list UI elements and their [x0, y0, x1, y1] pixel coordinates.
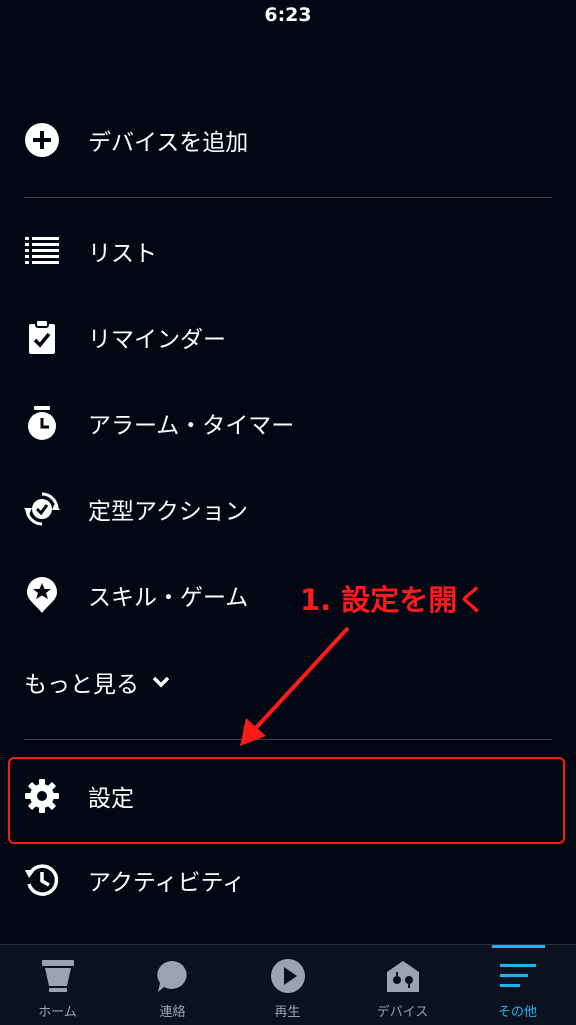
- chevron-down-icon: [151, 675, 171, 689]
- menu-item-skills-games[interactable]: スキル・ゲーム: [0, 565, 576, 625]
- tab-label: デバイス: [376, 1005, 429, 1020]
- tab-label: 連絡: [159, 1005, 186, 1020]
- menu-item-routines[interactable]: 定型アクション: [0, 479, 576, 539]
- list-icon: [24, 233, 60, 269]
- annotation-text: 1. 設定を開く: [300, 583, 487, 617]
- menu-item-label: リスト: [88, 241, 157, 267]
- menu-item-label: デバイスを追加: [88, 130, 249, 156]
- routine-icon: [24, 491, 60, 527]
- annotation-highlight-box: [8, 757, 565, 844]
- menu-icon: [499, 957, 537, 995]
- chat-icon: [154, 957, 192, 995]
- tab-label: 再生: [274, 1005, 301, 1020]
- menu-item-label: アラーム・タイマー: [88, 413, 295, 439]
- tab-more[interactable]: その他: [460, 945, 575, 1025]
- play-icon: [269, 957, 307, 995]
- tab-home[interactable]: ホーム: [0, 945, 115, 1025]
- divider: [24, 739, 552, 740]
- menu-item-label: 定型アクション: [88, 499, 248, 525]
- menu-item-alarms-timers[interactable]: アラーム・タイマー: [0, 393, 576, 453]
- home-icon: [39, 957, 77, 995]
- history-icon: [24, 862, 60, 898]
- menu-item-label: アクティビティ: [88, 870, 246, 896]
- plus-circle-icon: [24, 122, 60, 158]
- devices-icon: [384, 957, 422, 995]
- menu-item-label: スキル・ゲーム: [88, 585, 249, 611]
- menu-item-add-device[interactable]: デバイスを追加: [0, 110, 576, 170]
- menu-item-reminders[interactable]: リマインダー: [0, 307, 576, 367]
- tab-label: その他: [497, 1005, 537, 1020]
- alarm-clock-icon: [24, 405, 60, 441]
- see-more-label: もっと見る: [24, 672, 139, 698]
- status-bar-time: 6:23: [264, 4, 312, 26]
- menu-item-list[interactable]: リスト: [0, 221, 576, 281]
- tab-devices[interactable]: デバイス: [345, 945, 460, 1025]
- tab-play[interactable]: 再生: [230, 945, 345, 1025]
- menu-item-activity[interactable]: アクティビティ: [0, 850, 576, 910]
- tab-label: ホーム: [38, 1005, 77, 1020]
- menu-item-label: リマインダー: [88, 327, 226, 353]
- clipboard-check-icon: [24, 319, 60, 355]
- divider: [24, 197, 552, 198]
- bottom-tab-bar: ホーム 連絡 再生 デバイス その他: [0, 944, 576, 1025]
- see-more-toggle[interactable]: もっと見る: [24, 664, 171, 700]
- tab-communicate[interactable]: 連絡: [115, 945, 230, 1025]
- skill-icon: [24, 577, 60, 613]
